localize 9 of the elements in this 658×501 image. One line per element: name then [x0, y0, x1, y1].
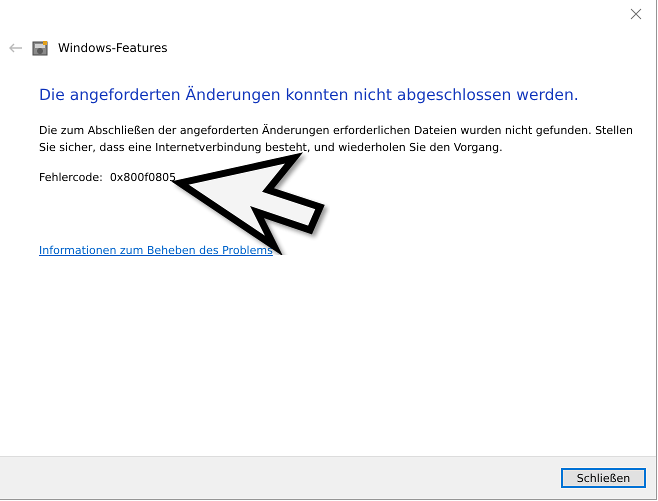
window-features-icon	[32, 40, 48, 56]
close-icon[interactable]	[630, 8, 642, 20]
error-code: 0x800f0805	[110, 171, 176, 184]
error-heading: Die angeforderten Änderungen konnten nicht abgeschlossen werden.	[39, 86, 580, 104]
error-code-label: Fehlercode:	[39, 171, 103, 184]
help-link[interactable]: Informationen zum Beheben des Problems	[39, 244, 273, 257]
error-message: Die zum Abschließen der angeforderten Änderungen erforderlichen Dateien wurden nicht gefunden. Stellen Sie sicher, dass eine Internetverbindung besteht, und wiederholen Sie den Vorgang.	[39, 123, 634, 156]
close-button[interactable]: Schließen	[561, 468, 646, 488]
window-title: Windows-Features	[58, 41, 168, 55]
